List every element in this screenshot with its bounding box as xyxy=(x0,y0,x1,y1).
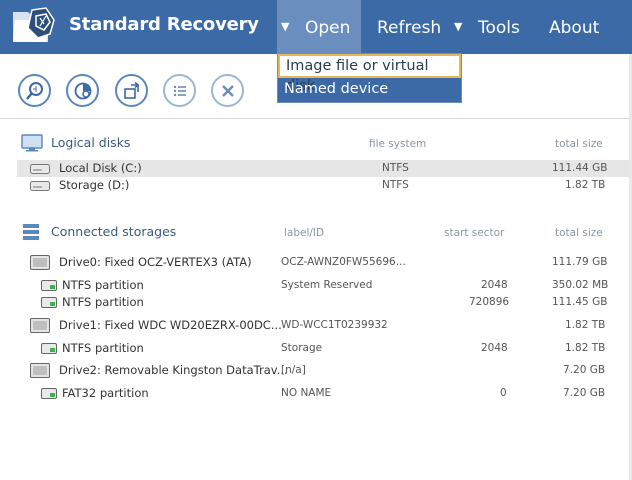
disk-size: 111.44 GB xyxy=(552,162,608,174)
drive-label: WD-WCC1T0239932 xyxy=(281,319,388,331)
column-header-start-sector: start sector xyxy=(444,227,505,239)
table-row[interactable]: Local Disk (C:) NTFS 111.44 GB xyxy=(17,160,629,177)
partition-size: 1.82 TB xyxy=(565,342,606,354)
column-header-total-size: total size xyxy=(555,227,603,239)
disk-name: Local Disk (C:) xyxy=(59,161,142,175)
toolbar-divider xyxy=(0,118,632,119)
partition-size: 7.20 GB xyxy=(563,387,606,399)
scan-button[interactable] xyxy=(66,74,99,107)
table-row[interactable]: Drive2: Removable Kingston DataTrav... [… xyxy=(17,362,629,379)
disk-icon xyxy=(30,181,50,191)
table-row[interactable]: NTFS partition 720896 111.45 GB xyxy=(17,294,629,311)
menu-refresh[interactable]: Refresh xyxy=(377,0,441,54)
partition-label: System Reserved xyxy=(281,279,373,291)
disk-fs: NTFS xyxy=(382,179,409,191)
partition-icon xyxy=(41,388,57,399)
partition-name: NTFS partition xyxy=(62,295,144,309)
monitor-icon xyxy=(21,134,43,152)
list-icon xyxy=(173,85,186,97)
partition-icon xyxy=(41,280,57,291)
hard-drive-icon xyxy=(30,363,50,378)
app-title: Standard Recovery xyxy=(69,14,259,35)
drive-label: OCZ-AWNZ0FW55696... xyxy=(281,256,406,268)
partition-icon xyxy=(41,297,57,308)
table-row[interactable]: Drive0: Fixed OCZ-VERTEX3 (ATA) OCZ-AWNZ… xyxy=(17,254,629,271)
search-button[interactable] xyxy=(18,74,51,107)
disk-name: Storage (D:) xyxy=(59,178,130,192)
drive-label: [n/a] xyxy=(281,364,306,376)
connected-storages-title: Connected storages xyxy=(51,224,177,239)
column-header-total-size: total size xyxy=(555,138,603,150)
disk-fs: NTFS xyxy=(382,162,409,174)
recover-button[interactable] xyxy=(115,74,148,107)
recover-icon xyxy=(124,81,140,99)
scan-icon xyxy=(74,82,92,100)
table-row[interactable]: Drive1: Fixed WDC WD20EZRX-00DC... WD-WC… xyxy=(17,317,629,334)
logical-disks-title: Logical disks xyxy=(51,135,131,150)
menu-item-named-device[interactable]: Named device xyxy=(278,78,461,102)
partition-sector: 720896 xyxy=(469,296,510,308)
hard-drive-icon xyxy=(30,255,50,270)
open-dropdown-menu: Image file or virtual disk Named device xyxy=(277,53,462,103)
table-row[interactable]: NTFS partition Storage 2048 1.82 TB xyxy=(17,340,629,357)
partition-sector: 2048 xyxy=(481,342,508,354)
drive-size: 111.79 GB xyxy=(552,256,608,268)
menu-open[interactable]: Open xyxy=(277,0,361,54)
table-row[interactable]: Storage (D:) NTFS 1.82 TB xyxy=(17,177,629,194)
partition-name: NTFS partition xyxy=(62,278,144,292)
partition-name: FAT32 partition xyxy=(62,386,149,400)
disk-size: 1.82 TB xyxy=(565,179,606,191)
dropdown-arrow-icon: ▼ xyxy=(454,20,463,33)
storage-icon xyxy=(23,224,39,240)
list-button[interactable] xyxy=(163,74,196,107)
partition-name: NTFS partition xyxy=(62,341,144,355)
table-row[interactable]: FAT32 partition NO NAME 0 7.20 GB xyxy=(17,385,629,402)
partition-size: 350.02 MB xyxy=(552,279,609,291)
partition-label: NO NAME xyxy=(281,387,332,399)
menu-item-image-file[interactable]: Image file or virtual disk xyxy=(278,54,461,94)
dropdown-arrow-icon: ▼ xyxy=(281,20,290,33)
drive-name: Drive1: Fixed WDC WD20EZRX-00DC... xyxy=(59,318,282,332)
drive-name: Drive0: Fixed OCZ-VERTEX3 (ATA) xyxy=(59,255,252,269)
close-button[interactable] xyxy=(211,74,244,107)
partition-sector: 0 xyxy=(500,387,507,399)
menu-about[interactable]: About xyxy=(549,0,599,54)
menu-tools[interactable]: Tools xyxy=(478,0,520,54)
column-header-label-id: label/ID xyxy=(284,227,325,239)
drive-size: 1.82 TB xyxy=(565,319,606,331)
drive-name: Drive2: Removable Kingston DataTrav... xyxy=(59,363,288,377)
partition-icon xyxy=(41,343,57,354)
title-bar: Standard Recovery Open ▼ Refresh ▼ Tools… xyxy=(0,0,632,54)
hard-drive-icon xyxy=(30,318,50,333)
search-icon xyxy=(26,82,43,100)
table-row[interactable]: NTFS partition System Reserved 2048 350.… xyxy=(17,277,629,294)
partition-size: 111.45 GB xyxy=(552,296,608,308)
disk-icon xyxy=(30,164,50,174)
close-icon xyxy=(222,85,234,97)
app-logo-icon xyxy=(13,7,55,42)
partition-label: Storage xyxy=(281,342,323,354)
column-header-file-system: file system xyxy=(369,138,427,150)
partition-sector: 2048 xyxy=(481,279,508,291)
drive-size: 7.20 GB xyxy=(563,364,606,376)
